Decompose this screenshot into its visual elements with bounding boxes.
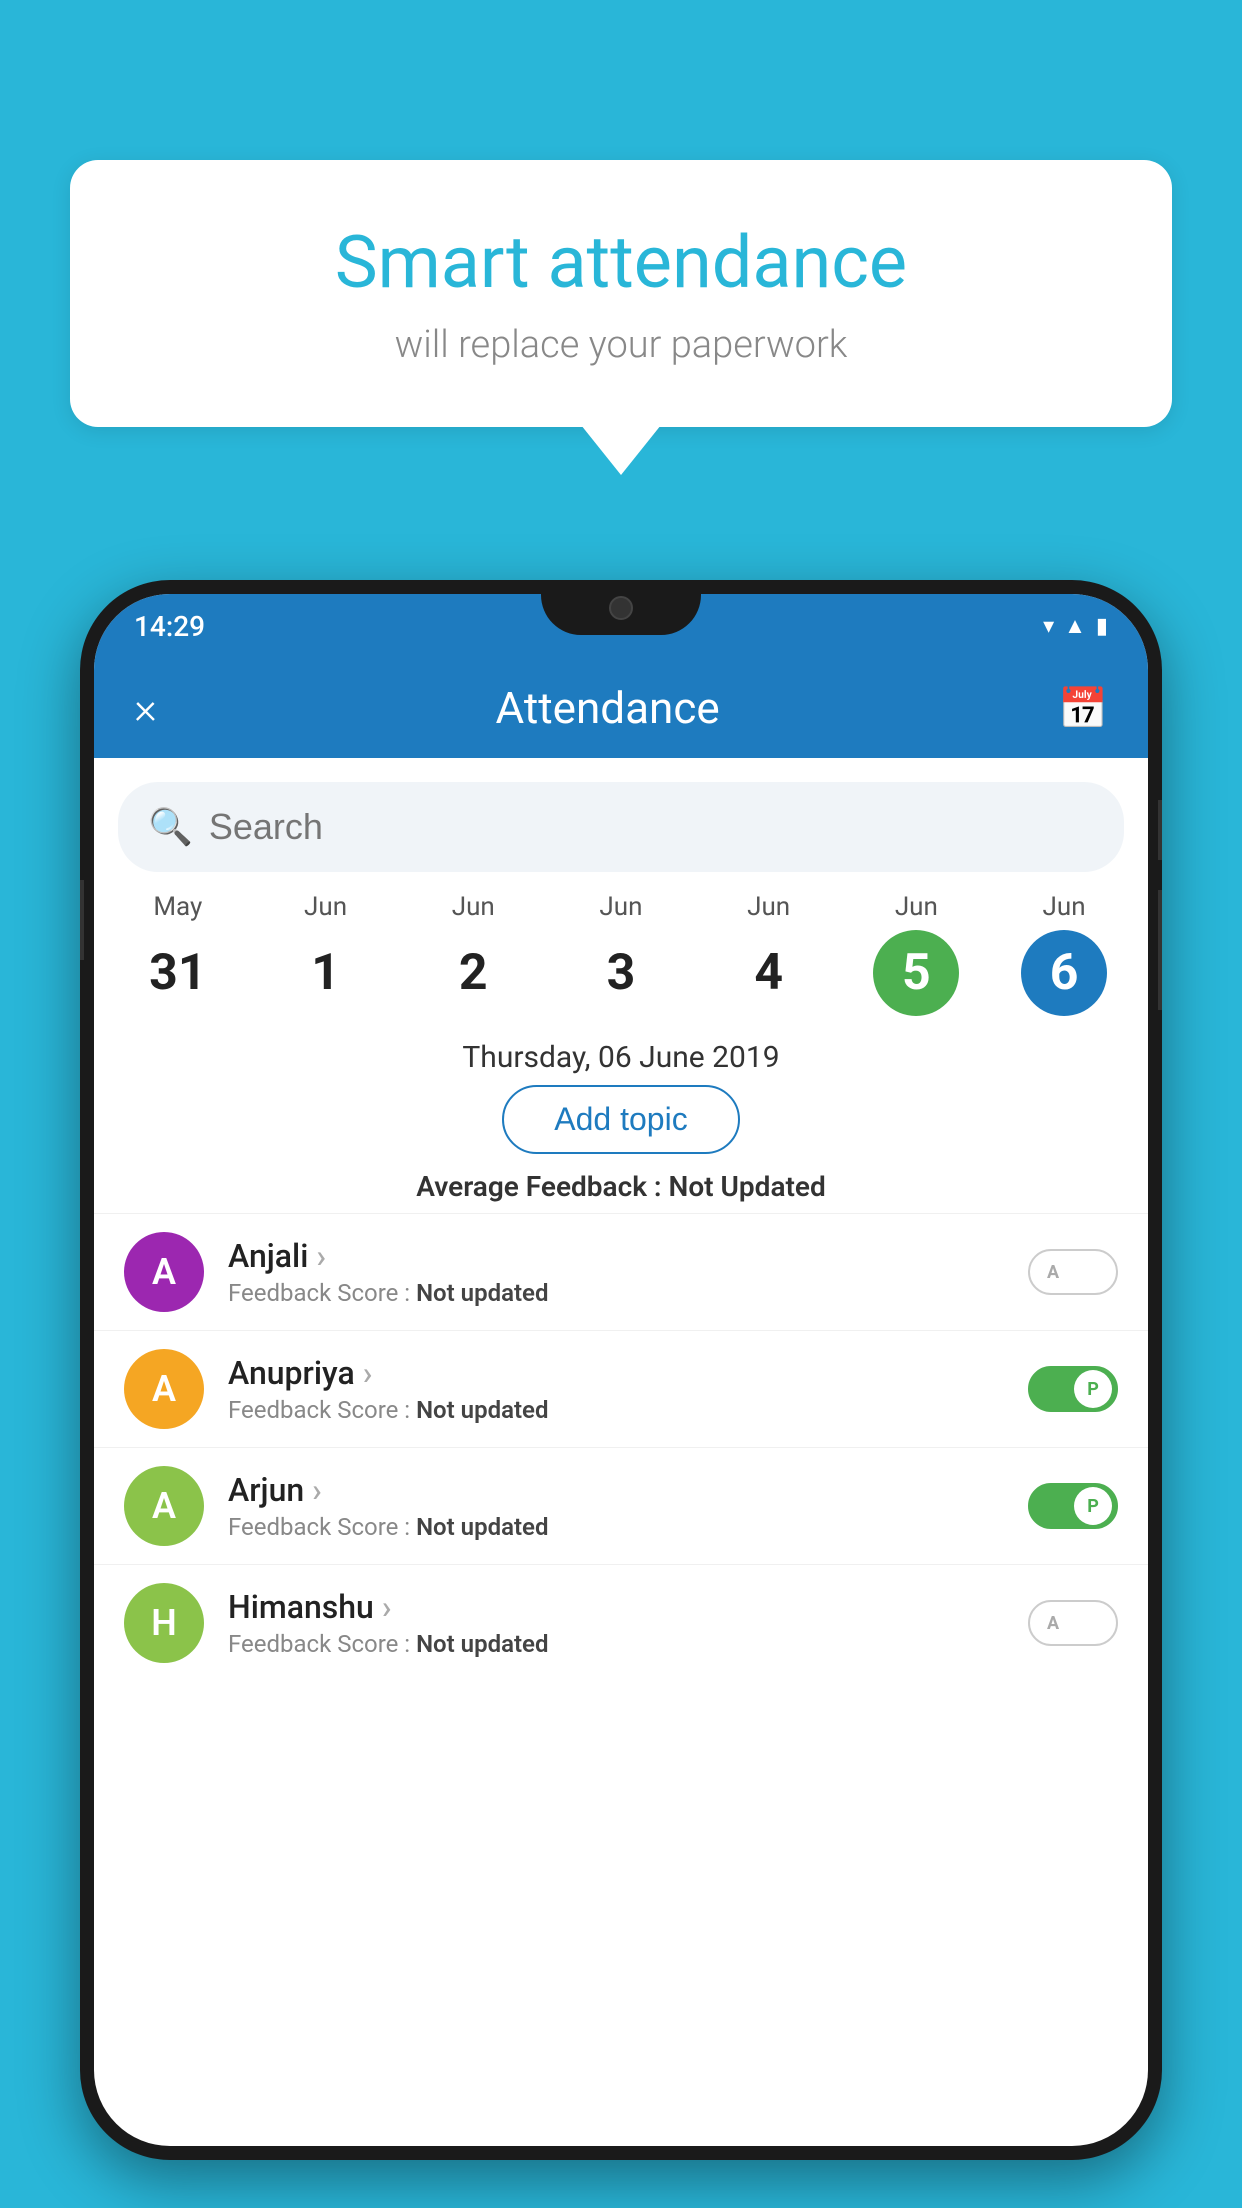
calendar-day[interactable]: Jun 3: [571, 892, 671, 1016]
student-avatar: A: [124, 1232, 204, 1312]
notch: [541, 580, 701, 635]
bubble-title: Smart attendance: [150, 220, 1092, 305]
cal-day-number[interactable]: 6: [1021, 930, 1107, 1016]
student-name[interactable]: Anjali: [228, 1237, 1004, 1275]
wifi-icon: ▾: [1043, 614, 1054, 639]
cal-day-number[interactable]: 4: [726, 930, 812, 1016]
cal-month-label: Jun: [304, 892, 347, 922]
toggle-knob: P: [1074, 1370, 1112, 1408]
volume-button: [80, 880, 84, 960]
student-feedback: Feedback Score : Not updated: [228, 1513, 1004, 1541]
attendance-toggle[interactable]: A: [1028, 1249, 1118, 1295]
speech-bubble-container: Smart attendance will replace your paper…: [70, 160, 1172, 427]
student-item[interactable]: H Himanshu Feedback Score : Not updated A: [94, 1564, 1148, 1681]
cal-month-label: Jun: [452, 892, 495, 922]
calendar-day[interactable]: Jun 1: [276, 892, 376, 1016]
student-feedback: Feedback Score : Not updated: [228, 1279, 1004, 1307]
student-name[interactable]: Arjun: [228, 1471, 1004, 1509]
front-camera: [609, 596, 633, 620]
screen: 14:29 ▾ ▲ ▮ × Attendance 📅 🔍 May31Jun1Ju…: [94, 594, 1148, 2146]
student-avatar: A: [124, 1466, 204, 1546]
toggle-knob: A: [1034, 1604, 1072, 1642]
calendar-day[interactable]: Jun 6: [1014, 892, 1114, 1016]
battery-icon: ▮: [1096, 614, 1108, 639]
student-feedback: Feedback Score : Not updated: [228, 1630, 1004, 1658]
student-info: Arjun Feedback Score : Not updated: [228, 1471, 1004, 1541]
app-header: × Attendance 📅: [94, 658, 1148, 758]
toggle-switch[interactable]: P: [1028, 1366, 1118, 1412]
bubble-subtitle: will replace your paperwork: [150, 323, 1092, 367]
cal-month-label: Jun: [1043, 892, 1086, 922]
student-info: Anupriya Feedback Score : Not updated: [228, 1354, 1004, 1424]
cal-month-label: Jun: [747, 892, 790, 922]
avg-feedback-label: Average Feedback :: [416, 1170, 661, 1203]
calendar-icon[interactable]: 📅: [1058, 685, 1108, 732]
student-info: Himanshu Feedback Score : Not updated: [228, 1588, 1004, 1658]
attendance-toggle[interactable]: P: [1028, 1366, 1118, 1412]
student-item[interactable]: A Arjun Feedback Score : Not updated P: [94, 1447, 1148, 1564]
student-name[interactable]: Anupriya: [228, 1354, 1004, 1392]
volume-button-right: [1158, 890, 1162, 1010]
add-topic-button[interactable]: Add topic: [502, 1085, 739, 1154]
cal-month-label: May: [153, 892, 202, 922]
speech-bubble: Smart attendance will replace your paper…: [70, 160, 1172, 427]
student-avatar: H: [124, 1583, 204, 1663]
status-time: 14:29: [134, 610, 205, 643]
cal-day-number[interactable]: 31: [135, 930, 221, 1016]
close-button[interactable]: ×: [134, 682, 157, 734]
cal-day-number[interactable]: 1: [283, 930, 369, 1016]
power-button: [1158, 800, 1162, 860]
calendar-day[interactable]: Jun 4: [719, 892, 819, 1016]
cal-month-label: Jun: [599, 892, 642, 922]
calendar-strip: May 31 Jun 1 Jun 2 Jun 3 Jun 4 Jun 5 Jun 6: [94, 872, 1148, 1026]
attendance-toggle[interactable]: A: [1028, 1600, 1118, 1646]
cal-day-number[interactable]: 5: [873, 930, 959, 1016]
status-icons: ▾ ▲ ▮: [1043, 613, 1108, 639]
toggle-switch[interactable]: P: [1028, 1483, 1118, 1529]
student-info: Anjali Feedback Score : Not updated: [228, 1237, 1004, 1307]
student-name[interactable]: Himanshu: [228, 1588, 1004, 1626]
student-avatar: A: [124, 1349, 204, 1429]
signal-icon: ▲: [1064, 613, 1086, 639]
toggle-switch[interactable]: A: [1028, 1249, 1118, 1295]
student-item[interactable]: A Anupriya Feedback Score : Not updated P: [94, 1330, 1148, 1447]
cal-month-label: Jun: [895, 892, 938, 922]
search-bar[interactable]: 🔍: [118, 782, 1124, 872]
cal-day-number[interactable]: 3: [578, 930, 664, 1016]
search-input[interactable]: [209, 806, 1094, 848]
avg-feedback: Average Feedback : Not Updated: [94, 1170, 1148, 1203]
calendar-day[interactable]: May 31: [128, 892, 228, 1016]
search-icon: 🔍: [148, 806, 193, 848]
toggle-knob: P: [1074, 1487, 1112, 1525]
toggle-switch[interactable]: A: [1028, 1600, 1118, 1646]
student-feedback: Feedback Score : Not updated: [228, 1396, 1004, 1424]
toggle-knob: A: [1034, 1253, 1072, 1291]
student-list: AAnjaliFeedback Score : Not updatedAAAnu…: [94, 1213, 1148, 1681]
avg-feedback-value: Not Updated: [669, 1170, 826, 1203]
attendance-toggle[interactable]: P: [1028, 1483, 1118, 1529]
phone-frame: 14:29 ▾ ▲ ▮ × Attendance 📅 🔍 May31Jun1Ju…: [80, 580, 1162, 2160]
calendar-day[interactable]: Jun 5: [866, 892, 966, 1016]
student-item[interactable]: A Anjali Feedback Score : Not updated A: [94, 1213, 1148, 1330]
header-title: Attendance: [496, 682, 720, 734]
cal-day-number[interactable]: 2: [430, 930, 516, 1016]
selected-date: Thursday, 06 June 2019: [94, 1026, 1148, 1085]
calendar-day[interactable]: Jun 2: [423, 892, 523, 1016]
